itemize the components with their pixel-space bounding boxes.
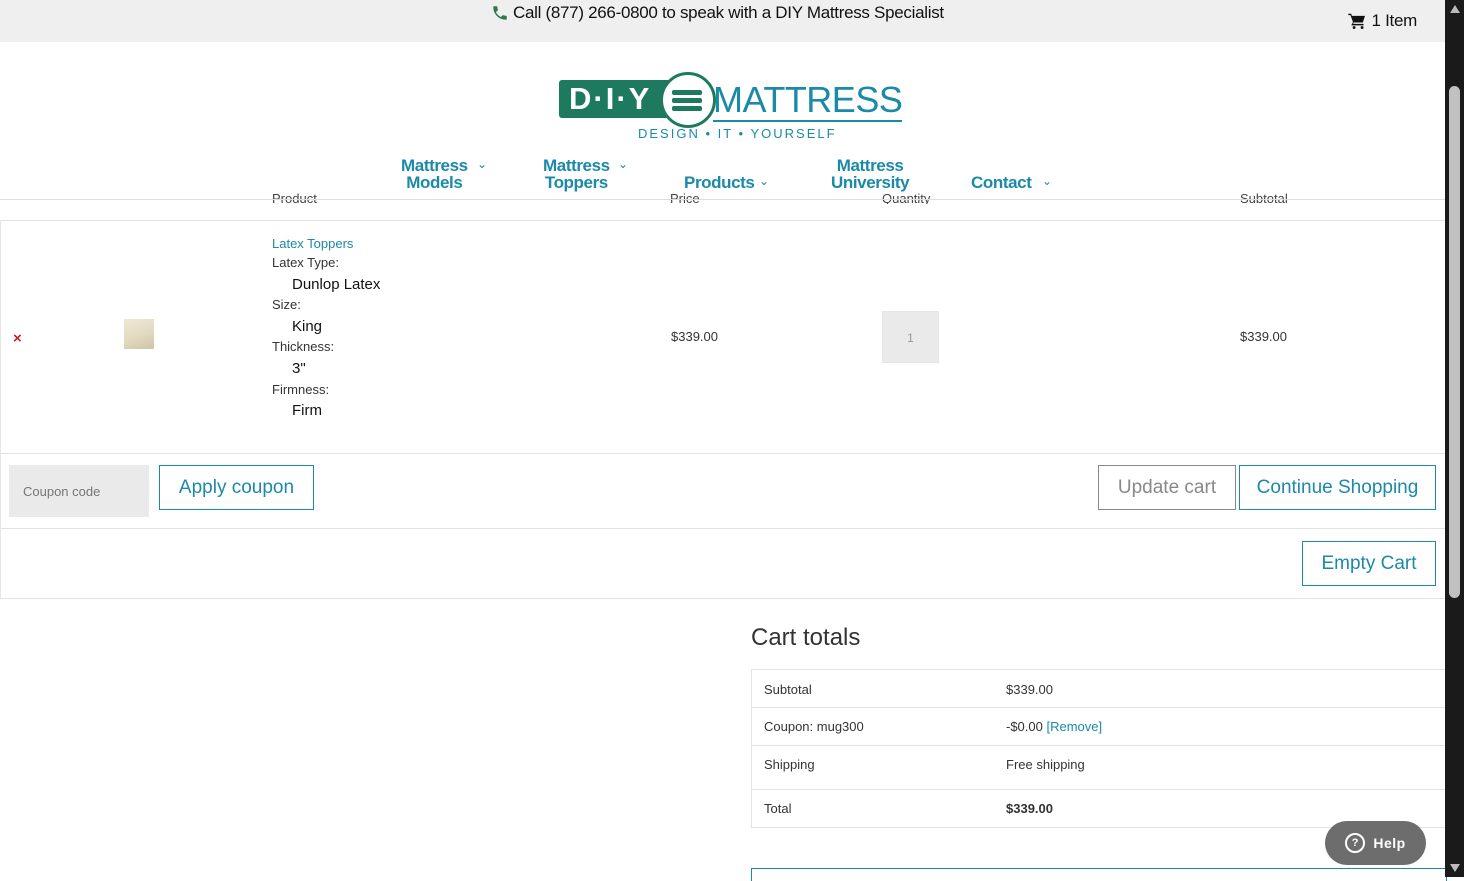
- totals-label: Shipping: [764, 757, 815, 772]
- chevron-down-icon: ⌄: [759, 174, 770, 188]
- cart-icon: [1347, 13, 1365, 29]
- empty-cart-button[interactable]: Empty Cart: [1302, 541, 1436, 586]
- nav-label: Mattress: [543, 156, 610, 175]
- totals-value: $339.00: [1006, 682, 1053, 697]
- help-button[interactable]: ? Help: [1325, 821, 1426, 865]
- call-text: Call (877) 266-0800 to speak with a DIY …: [513, 3, 944, 22]
- attr-label: Latex Type:: [272, 255, 339, 270]
- attr-label: Thickness:: [272, 339, 335, 354]
- nav-label: Mattress: [836, 156, 904, 175]
- header-subtotal: Subtotal: [1240, 192, 1288, 204]
- question-icon: ?: [1345, 833, 1366, 853]
- row-divider: [752, 789, 1446, 790]
- cart-count: 1 Item: [1371, 11, 1418, 30]
- logo-brand: MATTRESS: [713, 79, 903, 122]
- phone-icon: [493, 6, 507, 20]
- row-divider: [752, 707, 1446, 708]
- totals-label: Coupon: mug300: [764, 719, 864, 734]
- cart-table: [0, 220, 1446, 599]
- nav-label: Products: [684, 173, 755, 192]
- apply-coupon-button[interactable]: Apply coupon: [159, 465, 314, 510]
- chevron-down-icon: ⌄: [477, 157, 488, 171]
- attr-label: Size:: [272, 297, 301, 312]
- scroll-up-icon[interactable]: [1450, 5, 1460, 13]
- nav-label: Toppers: [544, 173, 608, 192]
- logo-diy-text: D·I·Y: [569, 81, 652, 116]
- logo-emblem: [660, 72, 716, 128]
- product-name-link[interactable]: Latex Toppers: [272, 236, 353, 251]
- layers-icon: [672, 90, 702, 111]
- nav-label: University: [831, 173, 910, 192]
- item-subtotal: $339.00: [1240, 329, 1287, 344]
- row-divider: [752, 745, 1446, 746]
- item-price: $339.00: [671, 329, 718, 344]
- header-product: Product: [272, 192, 317, 204]
- totals-value: $339.00: [1006, 801, 1053, 816]
- totals-label: Subtotal: [764, 682, 812, 697]
- totals-value: Free shipping: [1006, 757, 1085, 772]
- continue-shopping-button[interactable]: Continue Shopping: [1239, 465, 1436, 510]
- scroll-down-icon[interactable]: [1450, 864, 1460, 872]
- logo-tagline: DESIGN • IT • YOURSELF: [638, 126, 837, 141]
- header-price: Price: [670, 192, 700, 204]
- cart-totals-title: Cart totals: [751, 624, 861, 651]
- call-banner[interactable]: Call (877) 266-0800 to speak with a DIY …: [491, 3, 944, 23]
- coupon-code-input[interactable]: [9, 465, 149, 517]
- product-thumbnail[interactable]: [124, 319, 154, 349]
- quantity-input[interactable]: 1: [882, 311, 939, 363]
- totals-label: Total: [764, 801, 792, 816]
- checkout-button[interactable]: [751, 868, 1447, 881]
- remove-coupon-link[interactable]: [Remove]: [1047, 719, 1103, 734]
- site-logo[interactable]: D·I·Y MATTRESS DESIGN • IT • YOURSELF: [559, 71, 903, 143]
- table-headers: Product Price Quantity Subtotal: [0, 192, 1445, 204]
- header-quantity: Quantity: [882, 192, 931, 204]
- update-cart-button[interactable]: Update cart: [1098, 465, 1236, 510]
- chevron-down-icon: ⌄: [618, 157, 629, 171]
- totals-value: -$0.00: [1006, 719, 1043, 734]
- nav-contact[interactable]: Contact: [971, 173, 1032, 192]
- nav-products[interactable]: Products: [684, 173, 755, 192]
- nav-label: Models: [406, 173, 463, 192]
- nav-label: Mattress: [401, 156, 468, 175]
- attr-value: 3": [292, 360, 306, 377]
- attr-value: Dunlop Latex: [292, 276, 381, 293]
- cart-link[interactable]: 1 Item: [1347, 11, 1418, 31]
- coupon-value: -$0.00 [Remove]: [1006, 719, 1102, 734]
- attr-value: King: [292, 318, 323, 335]
- remove-item-icon[interactable]: ×: [13, 330, 22, 347]
- cart-totals-table: Subtotal $339.00 Coupon: mug300 -$0.00 […: [751, 669, 1446, 828]
- nav-mattress-university[interactable]: Mattress University: [831, 156, 910, 192]
- nav-label: Contact: [971, 173, 1032, 192]
- attr-value: Firm: [292, 402, 322, 419]
- row-divider: [1, 453, 1445, 454]
- scroll-thumb[interactable]: [1449, 86, 1460, 598]
- top-bar: Call (877) 266-0800 to speak with a DIY …: [0, 0, 1445, 42]
- row-divider: [1, 528, 1445, 529]
- chevron-down-icon: ⌄: [1042, 174, 1053, 188]
- nav-divider: [0, 199, 1445, 200]
- nav-mattress-models[interactable]: Mattress Models: [401, 157, 468, 191]
- page-scrollbar[interactable]: [1445, 0, 1464, 877]
- attr-label: Firmness:: [272, 382, 330, 397]
- nav-mattress-toppers[interactable]: Mattress Toppers: [543, 157, 610, 191]
- help-label: Help: [1373, 835, 1406, 851]
